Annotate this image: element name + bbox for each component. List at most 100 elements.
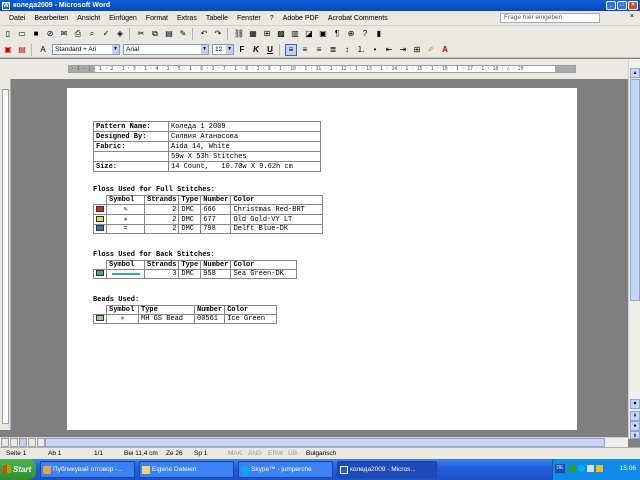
email-icon[interactable]: ✉: [58, 28, 70, 40]
vertical-ruler[interactable]: [0, 79, 11, 430]
research-icon[interactable]: ◈: [114, 28, 126, 40]
tray-icon[interactable]: [569, 465, 576, 472]
menu-ansicht[interactable]: Ansicht: [77, 15, 100, 22]
menu-format[interactable]: Format: [146, 15, 168, 22]
underline-icon[interactable]: U: [264, 44, 276, 56]
normal-view-icon[interactable]: [1, 438, 9, 447]
reading-view-icon[interactable]: [37, 438, 45, 447]
styles-icon[interactable]: A: [37, 44, 49, 56]
copy-icon[interactable]: ⧉: [149, 28, 161, 40]
permission-icon[interactable]: ⊘: [44, 28, 56, 40]
chevron-down-icon[interactable]: ▼: [226, 45, 233, 54]
print-icon[interactable]: ⎙: [72, 28, 84, 40]
style-dropdown[interactable]: Standard + Ari ▼: [52, 44, 120, 55]
open-folder-icon[interactable]: ▭: [16, 28, 28, 40]
new-document-icon[interactable]: ▯: [2, 28, 14, 40]
bullets-icon[interactable]: •: [369, 44, 381, 56]
drawing-icon[interactable]: ◪: [303, 28, 315, 40]
outline-view-icon[interactable]: [28, 438, 36, 447]
horizontal-scrollbar[interactable]: [0, 437, 628, 447]
close-document-button[interactable]: ×: [630, 13, 634, 20]
taskbar-button-folder[interactable]: Eigene Dateien: [139, 461, 234, 478]
decrease-indent-icon[interactable]: ⇤: [383, 44, 395, 56]
menu-extras[interactable]: Extras: [177, 15, 197, 22]
pdf-convert-icon[interactable]: ▣: [2, 44, 14, 56]
pdf-email-icon[interactable]: ▤: [16, 44, 28, 56]
maximize-button[interactable]: □: [617, 1, 627, 10]
italic-icon[interactable]: K: [250, 44, 262, 56]
font-color-icon[interactable]: A: [439, 44, 451, 56]
clock[interactable]: 15:06: [620, 465, 636, 472]
vertical-scrollbar[interactable]: ▲ ▼ ⇞ ● ⇟: [628, 59, 640, 439]
browse-object-icon[interactable]: ●: [630, 421, 640, 431]
menu-bearbeiten[interactable]: Bearbeiten: [34, 15, 68, 22]
document-page[interactable]: Pattern Name: Коледа 1 2009 Designed By:…: [67, 88, 577, 430]
menu-acrobat-comments[interactable]: Acrobat Comments: [328, 15, 388, 22]
language-indicator[interactable]: DE: [555, 464, 565, 473]
undo-icon[interactable]: ↶: [198, 28, 210, 40]
scroll-down-icon[interactable]: ▼: [630, 399, 640, 409]
taskbar-button-browser[interactable]: Публикувай отговор -...: [40, 461, 135, 478]
network-tray-icon[interactable]: [587, 465, 594, 472]
menu-fenster[interactable]: Fenster: [237, 15, 261, 22]
redo-icon[interactable]: ↷: [212, 28, 224, 40]
web-view-icon[interactable]: [10, 438, 18, 447]
next-page-icon[interactable]: ⇟: [630, 431, 640, 439]
align-left-icon[interactable]: ≡: [285, 43, 297, 56]
document-area[interactable]: Pattern Name: Коледа 1 2009 Designed By:…: [11, 79, 628, 430]
document-content[interactable]: Pattern Name: Коледа 1 2009 Designed By:…: [93, 121, 324, 324]
insert-excel-icon[interactable]: ▩: [275, 28, 287, 40]
previous-page-icon[interactable]: ⇞: [630, 411, 640, 421]
menu-datei[interactable]: Datei: [9, 15, 25, 22]
scroll-up-icon[interactable]: ▲: [630, 68, 640, 78]
format-painter-icon[interactable]: ✎: [177, 28, 189, 40]
status-macro[interactable]: MAK: [228, 450, 242, 457]
font-dropdown[interactable]: Arial ▼: [123, 44, 209, 55]
start-button[interactable]: Start: [0, 459, 36, 480]
skype-tray-icon[interactable]: [578, 465, 585, 472]
minimize-button[interactable]: _: [606, 1, 616, 10]
help-icon[interactable]: ?: [359, 28, 371, 40]
ruler-track[interactable]: · 1 · | · 1 · 2 · 1 · 3 · 1 · 4 · 1 · 5 …: [68, 65, 576, 73]
horizontal-scroll-thumb[interactable]: [45, 438, 605, 447]
align-center-icon[interactable]: ≡: [299, 44, 311, 56]
zoom-icon[interactable]: ⊕: [345, 28, 357, 40]
insert-table-icon[interactable]: ⊞: [261, 28, 273, 40]
show-hide-icon[interactable]: ¶: [331, 28, 343, 40]
border-icon[interactable]: ⊞: [411, 44, 423, 56]
menu-einfuegen[interactable]: Einfügen: [109, 15, 137, 22]
increase-indent-icon[interactable]: ⇥: [397, 44, 409, 56]
chevron-down-icon[interactable]: ▼: [201, 45, 208, 54]
help-search-input[interactable]: Frage hier eingeben: [500, 13, 600, 23]
hyperlink-icon[interactable]: ⛓: [233, 28, 245, 40]
word-app-icon[interactable]: W: [2, 1, 10, 10]
print-layout-icon[interactable]: [19, 438, 27, 447]
spelling-icon[interactable]: ✓: [100, 28, 112, 40]
justify-icon[interactable]: ≣: [327, 44, 339, 56]
bold-icon[interactable]: F: [236, 44, 248, 56]
chevron-down-icon[interactable]: ▼: [112, 45, 119, 54]
document-map-icon[interactable]: ▣: [317, 28, 329, 40]
horizontal-ruler[interactable]: · 1 · | · 1 · 2 · 1 · 3 · 1 · 4 · 1 · 5 …: [0, 59, 640, 79]
cut-icon[interactable]: ✂: [135, 28, 147, 40]
print-preview-icon[interactable]: ⌕: [86, 28, 98, 40]
menu-help[interactable]: ?: [270, 15, 274, 22]
volume-tray-icon[interactable]: [596, 465, 603, 472]
status-track-changes[interactable]: ÄND: [248, 450, 262, 457]
paste-icon[interactable]: ▤: [163, 28, 175, 40]
columns-icon[interactable]: ▥: [289, 28, 301, 40]
taskbar-button-skype[interactable]: Skype™ - jumperche: [238, 461, 333, 478]
close-button[interactable]: ×: [628, 1, 638, 10]
menu-adobe-pdf[interactable]: Adobe PDF: [283, 15, 319, 22]
status-extend[interactable]: ERW: [268, 450, 283, 457]
highlight-icon[interactable]: ✐: [425, 44, 437, 56]
status-overtype[interactable]: ÜB: [288, 450, 297, 457]
taskbar-button-word[interactable]: коледа2009 - Micros...: [337, 461, 437, 478]
tables-borders-icon[interactable]: ▦: [247, 28, 259, 40]
vertical-scroll-thumb[interactable]: [630, 79, 640, 301]
numbering-icon[interactable]: ⒈: [355, 44, 367, 56]
menu-tabelle[interactable]: Tabelle: [206, 15, 228, 22]
line-spacing-icon[interactable]: ↕: [341, 44, 353, 56]
read-icon[interactable]: ▮: [373, 28, 385, 40]
save-icon[interactable]: ■: [30, 28, 42, 40]
